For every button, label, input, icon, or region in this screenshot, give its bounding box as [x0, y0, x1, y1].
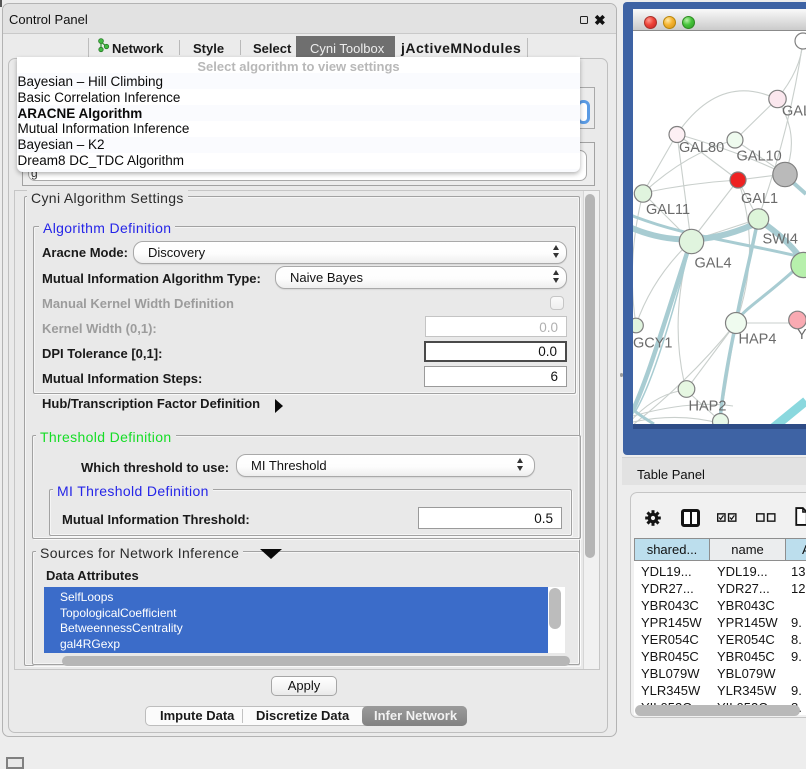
svg-text:GAL10: GAL10 — [737, 149, 782, 165]
svg-text:GAL4: GAL4 — [695, 256, 732, 272]
svg-text:GAL: GAL — [782, 104, 806, 120]
svg-text:GCY1: GCY1 — [633, 336, 673, 352]
svg-text:GAL80: GAL80 — [679, 140, 724, 156]
svg-text:HAP4: HAP4 — [739, 332, 777, 348]
svg-text:GAL11: GAL11 — [646, 202, 690, 218]
svg-text:SWI4: SWI4 — [763, 232, 798, 248]
svg-text:HAP2: HAP2 — [689, 399, 727, 415]
svg-text:Y: Y — [797, 327, 806, 343]
svg-text:GAL1: GAL1 — [741, 191, 778, 207]
